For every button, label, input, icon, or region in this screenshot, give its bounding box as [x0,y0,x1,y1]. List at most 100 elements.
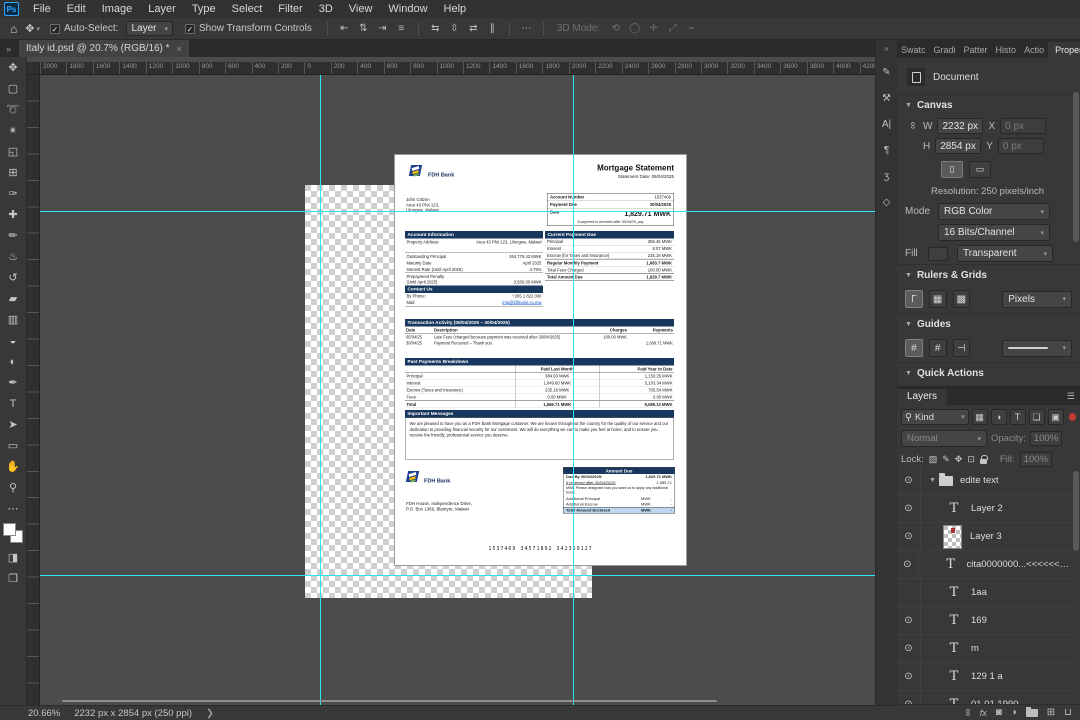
toggle-pixel-grid-icon[interactable]: ▩ [952,290,971,308]
lock-pixels-icon[interactable]: ✎ [942,454,950,465]
tool-button[interactable]: ✒ [1,372,25,393]
new-layer-icon[interactable]: ⊞ [1047,707,1055,718]
vertical-guide[interactable] [573,75,574,705]
visibility-eye-icon[interactable]: ⊙ [897,523,921,550]
tool-button[interactable]: ↺ [1,267,25,288]
bit-depth-dropdown[interactable]: 16 Bits/Channel ▾ [938,224,1050,241]
canvas-area[interactable]: FDH Bank Mortgage Statement Statement Da… [40,75,875,705]
tool-button[interactable]: ✏ [1,225,25,246]
layer-row[interactable]: ⊙ Layer 3 [897,523,1072,551]
layer-thumbnail[interactable] [943,524,962,549]
menu-item[interactable]: Filter [270,0,310,18]
toggle-rulers-icon[interactable]: Γ [905,290,923,308]
delete-layer-icon[interactable]: ⊔ [1064,707,1072,718]
vertical-ruler[interactable] [27,75,40,705]
align-icon[interactable]: ⇤ [335,21,354,37]
foreground-color-swatch[interactable] [3,523,16,536]
visibility-eye-icon[interactable]: ⊙ [897,635,921,662]
distribute-icon[interactable]: ⇄ [464,21,483,37]
filter-type-layers-icon[interactable]: T [1009,409,1026,425]
mail-link[interactable]: info@fdhbank.co.mw [502,300,541,305]
tool-button[interactable]: ▥ [1,309,25,330]
tool-button[interactable]: T [1,393,25,414]
color-swatches[interactable] [3,523,23,543]
filter-shape-layers-icon[interactable]: ❏ [1028,409,1045,425]
distribute-icon[interactable]: ∥ [483,21,502,37]
tab-layers[interactable]: Layers [897,389,948,405]
distribute-icon[interactable]: ⇆ [426,21,445,37]
auto-select-checkbox[interactable]: ✓ [49,23,60,34]
tool-button[interactable]: ♨ [1,246,25,267]
visibility-eye-icon[interactable] [897,579,921,606]
edit-guides-icon[interactable]: ⊣ [952,339,971,357]
menu-item[interactable]: Edit [59,0,94,18]
tool-button[interactable]: ▢ [1,78,25,99]
scrollbar[interactable] [1073,471,1079,551]
toolbar-collapse-icon[interactable]: » [6,44,11,54]
align-icon[interactable]: ≡ [392,21,411,37]
scrollbar[interactable] [1073,92,1079,242]
tool-button[interactable]: ◱ [1,141,25,162]
home-icon[interactable]: ⌂ [10,22,17,36]
menu-item[interactable]: Window [380,0,435,18]
menu-item[interactable]: Image [94,0,141,18]
tab-actions[interactable]: Actio [1020,42,1048,58]
tool-button[interactable]: ✥ [1,57,25,78]
fill-swatch[interactable] [928,246,948,261]
visibility-eye-icon[interactable]: ⊙ [897,691,921,704]
tool-button[interactable]: ▰ [1,288,25,309]
horizontal-ruler[interactable]: 2000 1800 1600 1400 1200 1000 800 600 400 200 0 200… [40,62,875,75]
lock-guides-icon[interactable]: # [928,339,947,357]
layer-row[interactable]: T 1aa [897,579,1072,607]
vertical-guide[interactable] [320,75,321,705]
filter-smart-objects-icon[interactable]: ▣ [1047,409,1064,425]
statement-document[interactable]: FDH Bank Mortgage Statement Statement Da… [395,155,686,565]
visibility-eye-icon[interactable]: ⊙ [897,495,921,522]
filtering-toggle[interactable] [1068,413,1077,421]
layer-row[interactable]: ⊙ T Layer 2 [897,495,1072,523]
width-field[interactable]: 2232 px [937,118,984,134]
layer-row[interactable]: ⊙ T 169 [897,607,1072,635]
landscape-orientation-button[interactable]: ▭ [969,161,991,178]
lock-transparent-icon[interactable]: ▨ [929,454,938,465]
visibility-eye-icon[interactable]: ⊙ [897,467,921,494]
menu-item[interactable]: File [25,0,59,18]
panel-icon[interactable]: ⚒ [877,87,897,109]
guides-header[interactable]: ▼ Guides [897,313,1080,335]
tool-preset-caret-icon[interactable]: ▾ [36,25,40,33]
horizontal-guide[interactable] [40,575,875,576]
align-icon[interactable]: ⇅ [354,21,373,37]
lock-position-icon[interactable]: ✥ [955,454,963,465]
layer-row[interactable]: ⊙ T 129 1 a [897,663,1072,691]
layer-filter-dropdown[interactable]: ⚲ Kind ▾ [901,409,969,425]
menu-item[interactable]: View [341,0,381,18]
menu-item[interactable]: Layer [140,0,184,18]
visibility-eye-icon[interactable]: ⊙ [897,663,921,690]
visibility-eye-icon[interactable]: ⊙ [897,551,919,578]
tool-button[interactable]: ➤ [1,414,25,435]
canvas-section-header[interactable]: ▼ Canvas [897,94,1080,116]
lock-artboard-icon[interactable]: ⊡ [967,454,975,465]
tool-button[interactable]: ✴ [1,120,25,141]
color-mode-dropdown[interactable]: RGB Color ▾ [938,203,1050,220]
panel-icon[interactable]: ʒ [877,165,897,187]
tab-patterns[interactable]: Patter [960,42,992,58]
tool-button[interactable]: ⊞ [1,162,25,183]
tool-button[interactable]: ✋ [1,456,25,477]
height-field[interactable]: 2854 px [935,138,982,154]
fill-dropdown[interactable]: Transparent ▾ [957,245,1053,262]
tab-history[interactable]: Histo [992,42,1021,58]
layer-row[interactable]: ⊙ T m [897,635,1072,663]
toggle-guides-icon[interactable]: # [905,339,923,357]
horizontal-guide[interactable] [40,211,875,212]
quick-mask-button[interactable]: ◨ [1,547,25,568]
filter-pixel-layers-icon[interactable]: ▦ [971,409,988,425]
filter-adjustment-layers-icon[interactable]: ◑ [990,409,1007,425]
rulers-grids-header[interactable]: ▼ Rulers & Grids [897,264,1080,286]
tab-gradients[interactable]: Gradi [930,42,960,58]
tool-button[interactable]: ⋯ [1,498,25,519]
document-tab[interactable]: Italy id.psd @ 20.7% (RGB/16) * × [19,40,189,57]
menu-item[interactable]: 3D [311,0,341,18]
layer-mask-icon[interactable]: ◙ [996,707,1002,718]
tool-button[interactable]: ➰ [1,99,25,120]
